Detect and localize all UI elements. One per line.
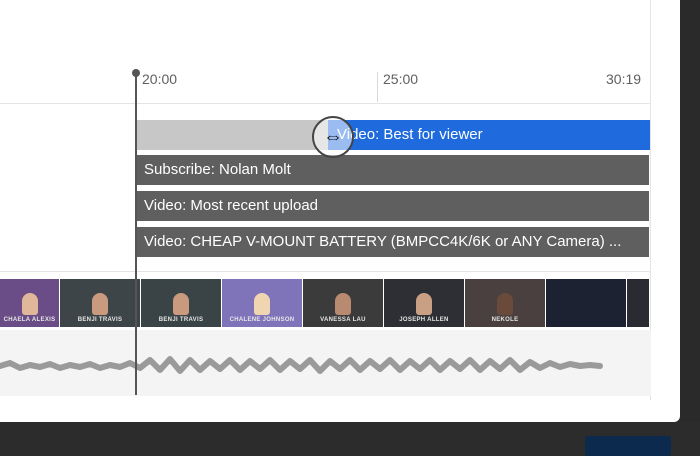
thumbnail-caption: NEKOLE	[491, 317, 519, 323]
thumbnail-person	[21, 293, 38, 315]
timeline-ruler-divider	[0, 103, 651, 104]
thumbnail-frame	[627, 279, 650, 327]
thumbnail-person	[92, 293, 108, 315]
element-subscribe[interactable]: Subscribe: Nolan Molt	[136, 155, 649, 185]
ruler-time-end: 30:19	[606, 71, 642, 87]
ruler-tick-25	[377, 72, 378, 102]
right-scrollbar[interactable]	[680, 0, 700, 422]
thumbnail-person	[497, 293, 513, 315]
audio-waveform-track[interactable]	[0, 330, 651, 396]
elements-track-divider	[0, 271, 651, 272]
thumbnail-caption: VANESSA LAU	[320, 317, 366, 323]
thumbnail-frame: NEKOLE	[465, 279, 546, 327]
thumbnail-caption: JOSEPH ALLEN	[399, 317, 449, 323]
audio-waveform	[0, 356, 603, 374]
playhead-knob[interactable]	[132, 69, 140, 77]
thumbnail-frame	[546, 279, 627, 327]
thumbnail-caption: BENJI TRAVIS	[77, 317, 123, 323]
video-thumbnail-strip[interactable]: CHAELA ALEXIS BENJI TRAVIS BENJI TRAVIS …	[0, 279, 650, 327]
thumbnail-caption: CHAELA ALEXIS	[3, 317, 56, 323]
thumbnail-frame: JOSEPH ALLEN	[384, 279, 465, 327]
footer-button[interactable]	[585, 436, 671, 456]
thumbnail-person	[416, 293, 432, 315]
thumbnail-person	[173, 293, 189, 315]
thumbnail-frame: CHAELA ALEXIS	[0, 279, 60, 327]
ruler-time-20: 20:00	[142, 71, 178, 87]
thumbnail-frame: CHALENE JOHNSON	[222, 279, 303, 327]
ruler-time-25: 25:00	[383, 71, 419, 87]
thumbnail-person	[254, 293, 270, 315]
element-video-best-for-viewer[interactable]: Video: Best for viewer	[328, 120, 650, 150]
element-video-most-recent[interactable]: Video: Most recent upload	[136, 191, 649, 221]
thumbnail-frame: VANESSA LAU	[303, 279, 384, 327]
thumbnail-caption: BENJI TRAVIS	[158, 317, 204, 323]
thumbnail-frame: BENJI TRAVIS	[60, 279, 141, 327]
playhead[interactable]	[135, 73, 137, 395]
thumbnail-frame: BENJI TRAVIS	[141, 279, 222, 327]
resize-horizontal-icon[interactable]: ⇔	[312, 116, 354, 158]
thumbnail-caption: CHALENE JOHNSON	[229, 317, 295, 323]
element-video-specific[interactable]: Video: CHEAP V-MOUNT BATTERY (BMPCC4K/6K…	[136, 227, 649, 257]
thumbnail-person	[335, 293, 351, 315]
end-screen-editor-panel: 20:00 25:00 30:19 Video: Best for viewer…	[0, 0, 680, 422]
